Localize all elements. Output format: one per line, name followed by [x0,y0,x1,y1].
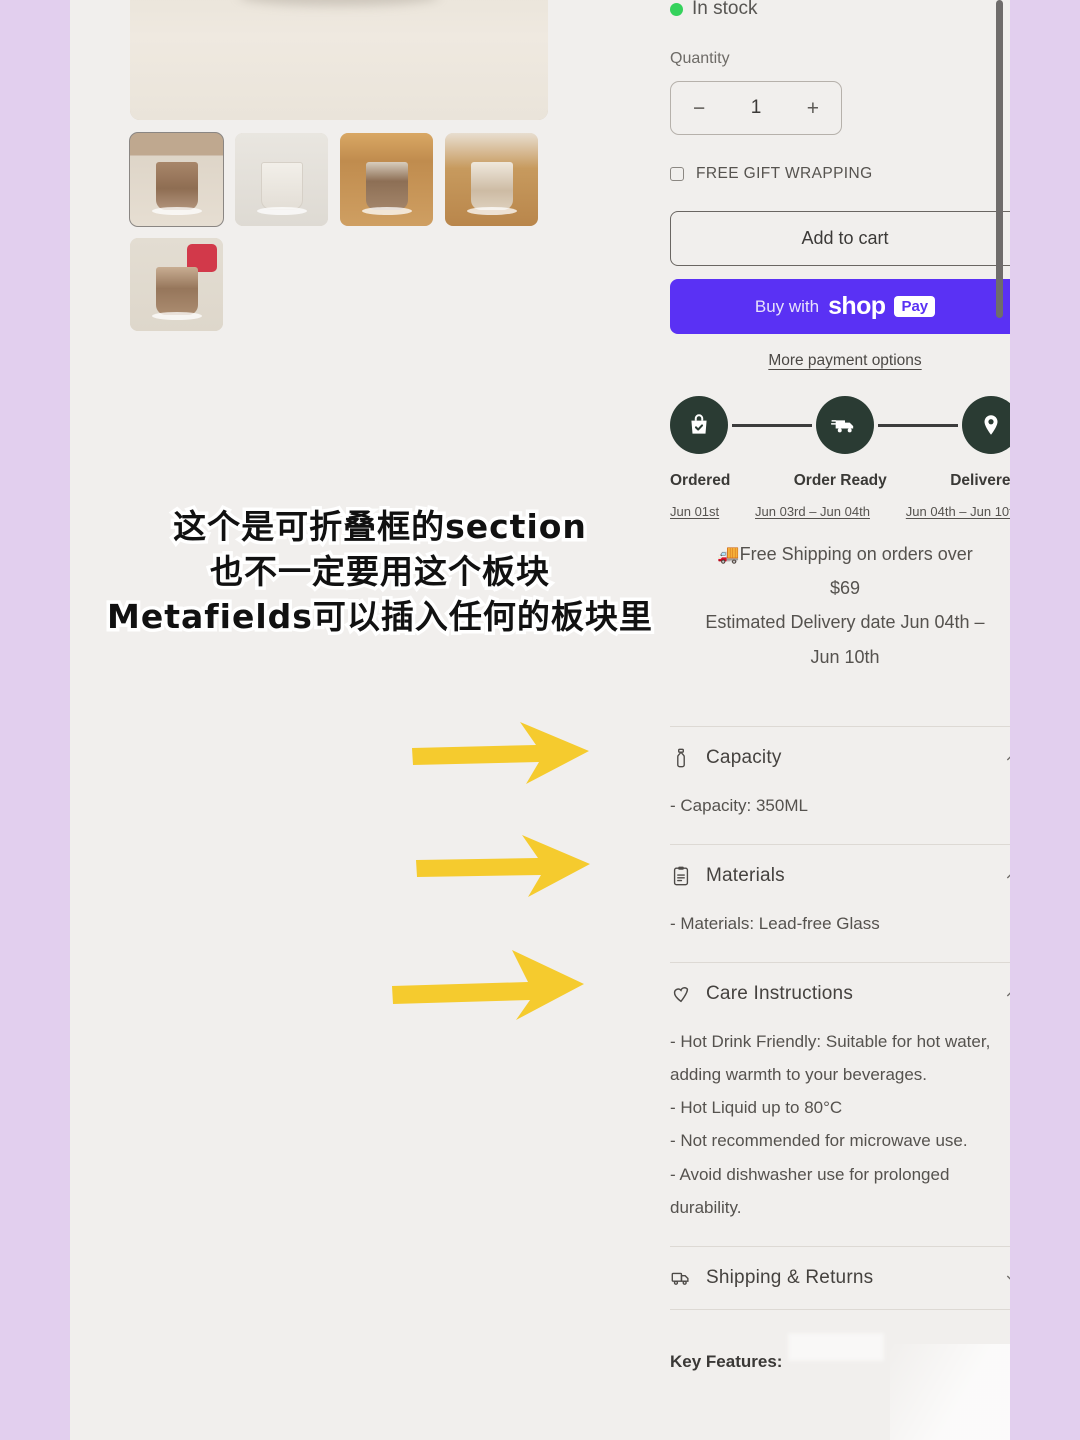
thumb-glass [260,162,303,210]
tracker-date-1: Jun 03rd – Jun 04th [755,504,870,519]
accordion-materials: Materials - Materials: Lead-free Glass [670,843,1010,962]
quantity-label: Quantity [670,50,730,67]
white-highlight-overlay [788,1333,884,1361]
product-accordions: Capacity - Capacity: 350ML Materials - M… [670,725,1010,1310]
location-pin-icon [984,415,998,435]
buy-with-label: Buy with [754,296,820,316]
thumb-glass-base [361,207,412,215]
hero-table-surface [130,0,548,120]
product-gallery [129,0,548,331]
accordion-care-line-2: - Not recommended for microwave use. [670,1131,968,1151]
buy-with-shop-pay-button[interactable]: Buy with shop Pay [670,279,1010,334]
clipboard-icon [673,866,689,886]
quantity-decrease-button[interactable]: − [693,98,705,119]
accordion-materials-title: Materials [706,864,785,886]
accordion-capacity-body: - Capacity: 350ML [670,789,1010,844]
thumbnail-3[interactable] [445,133,538,226]
accordion-care-line-1: - Hot Liquid up to 80°C [670,1098,843,1118]
stock-status-label: In stock [692,0,758,18]
accordion-capacity-line-0: - Capacity: 350ML [670,795,808,815]
order-tracker [670,396,1010,454]
chevron-down-icon[interactable] [1004,1270,1010,1286]
page-scrollbar[interactable] [996,0,1003,318]
shipping-notice-line-3: Estimated Delivery date Jun 04th – [705,612,985,633]
thumb-glass [155,267,198,315]
accordion-materials-body: - Materials: Lead-free Glass [670,907,1010,962]
thumbnail-0[interactable] [129,132,224,227]
gift-wrapping-checkbox[interactable] [670,167,684,181]
thumb-glass [155,162,198,210]
shop-wordmark: shop [828,292,886,320]
shipping-notice: 🚚Free Shipping on orders over $69 Estima… [670,537,1010,674]
accordion-care-instructions-header[interactable]: Care Instructions [670,963,1010,1025]
delivery-truck-icon [831,420,854,433]
accordion-capacity-title: Capacity [706,746,782,768]
tracker-node-ordered [670,396,728,454]
quantity-value[interactable]: 1 [751,97,762,119]
thumb-glass-base [466,207,517,215]
shopping-bag-check-icon [691,414,707,434]
thumbnail-strip [129,132,548,331]
thumbnail-4[interactable] [130,238,223,331]
accordion-materials-header[interactable]: Materials [670,845,1010,907]
add-to-cart-button[interactable]: Add to cart [670,211,1010,266]
in-stock-dot-icon [670,2,683,16]
chevron-up-icon[interactable] [1004,750,1010,766]
thumb-glass [365,162,408,210]
shipping-notice-line-2: $69 [829,578,861,599]
tracker-node-delivered [962,396,1010,454]
tracker-label-0: Ordered [670,472,731,489]
gift-wrapping-label: FREE GIFT WRAPPING [696,165,873,182]
thumbnail-2[interactable] [340,133,433,226]
accordion-capacity: Capacity - Capacity: 350ML [670,725,1010,844]
shipping-notice-line-4: Jun 10th [810,646,880,667]
accordion-materials-line-0: - Materials: Lead-free Glass [670,913,880,933]
hero-product-image[interactable] [130,0,548,120]
truck-icon [671,1272,689,1285]
accordion-care-instructions: Care Instructions - Hot Drink Friendly: … [670,962,1010,1246]
thumb-glass-base [256,207,307,215]
accordion-capacity-header[interactable]: Capacity [670,727,1010,789]
shipping-notice-line-1: 🚚Free Shipping on orders over [717,544,973,564]
thumbnail-1[interactable] [235,133,328,226]
accordion-care-instructions-body: - Hot Drink Friendly: Suitable for hot w… [670,1025,1010,1246]
heart-icon [673,987,689,1003]
tracker-dates: Jun 01st Jun 03rd – Jun 04th Jun 04th – … [670,504,1010,519]
tracker-connector [878,423,958,427]
thumb-glass [470,162,513,210]
gift-wrapping-option[interactable]: FREE GIFT WRAPPING [670,165,1010,183]
product-info-column: In stock Quantity − 1 + FREE GIFT WRAPPI… [670,0,1010,1372]
quantity-stepper[interactable]: − 1 + [670,81,842,135]
white-corner-overlay [890,1344,1010,1440]
thumb-glass-base [151,312,202,320]
stock-status: In stock [670,0,1010,18]
browser-viewport: In stock Quantity − 1 + FREE GIFT WRAPPI… [70,0,1010,1440]
more-payment-options-link[interactable]: More payment options [670,352,1010,370]
tracker-node-order-ready [816,396,874,454]
accordion-shipping-returns-title: Shipping & Returns [706,1266,874,1288]
tracker-label-1: Order Ready [793,472,887,489]
tracker-label-2: Delivered [950,472,1010,489]
tracker-connector [732,423,812,427]
accordion-care-line-3: - Avoid dishwasher use for prolonged dur… [670,1164,950,1217]
tracker-labels: Ordered Order Ready Delivered [670,472,1010,490]
quantity-increase-button[interactable]: + [807,98,819,119]
pay-tag: Pay [894,296,936,317]
chevron-up-icon[interactable] [1004,986,1010,1002]
accordion-shipping-returns-header[interactable]: Shipping & Returns [670,1247,1010,1309]
tracker-date-0: Jun 01st [670,504,720,519]
thumb-glass-base [151,207,202,215]
accordion-shipping-returns: Shipping & Returns [670,1245,1010,1310]
accordion-care-line-0: - Hot Drink Friendly: Suitable for hot w… [670,1032,991,1085]
bottle-icon [677,748,685,768]
accordion-care-instructions-title: Care Instructions [706,983,854,1005]
tracker-date-2: Jun 04th – Jun 10th [905,504,1010,519]
chevron-up-icon[interactable] [1004,868,1010,884]
